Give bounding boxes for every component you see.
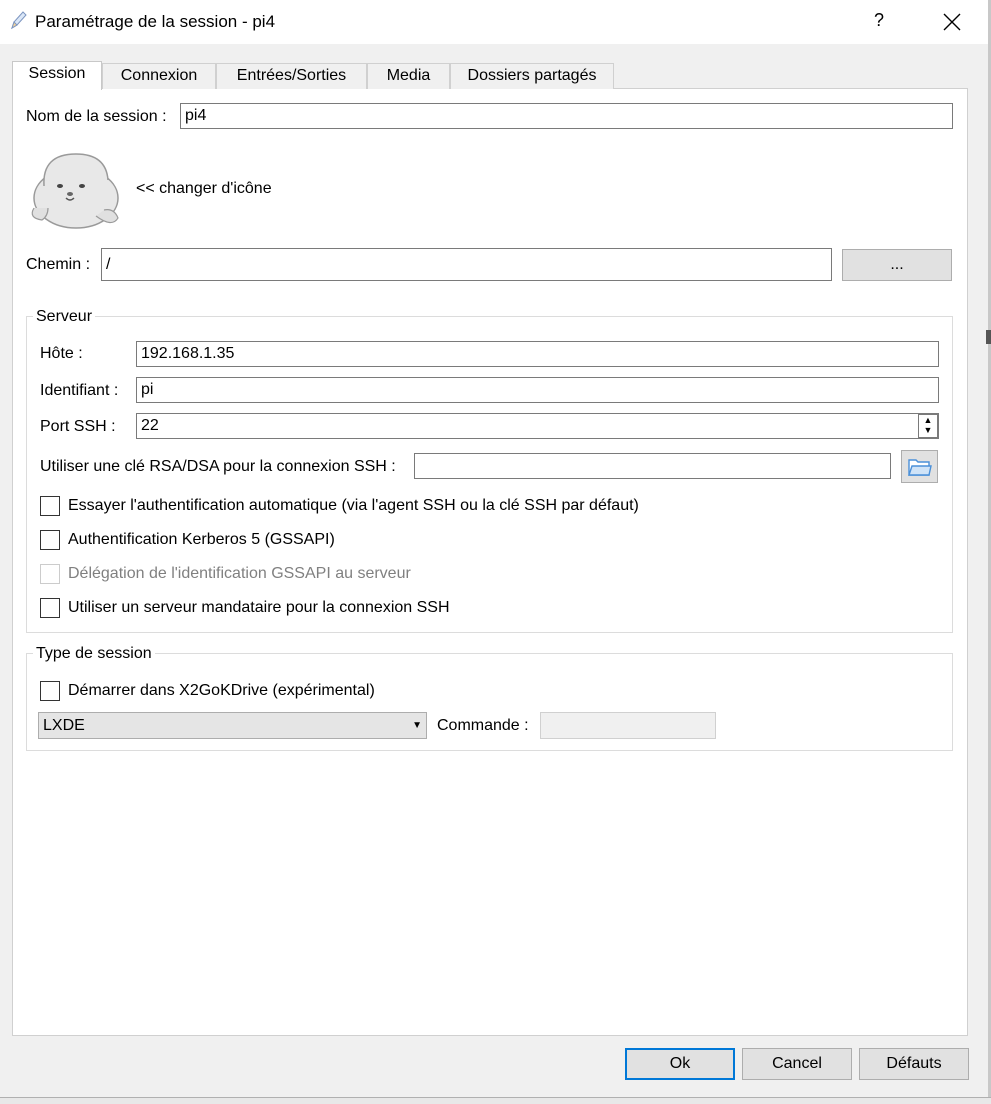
port-stepper[interactable]: ▲ ▼ — [918, 414, 938, 438]
server-group-title: Serveur — [33, 308, 96, 326]
close-icon — [943, 13, 961, 31]
auto-auth-label: Essayer l'authentification automatique (… — [68, 497, 639, 514]
command-input — [540, 712, 716, 739]
session-type-select[interactable]: LXDE ▼ — [38, 712, 427, 739]
spin-up-icon[interactable]: ▲ — [919, 415, 937, 425]
window-title: Paramétrage de la session - pi4 — [35, 12, 276, 31]
tab-media[interactable]: Media — [367, 63, 450, 89]
session-name-label: Nom de la session : — [26, 108, 167, 125]
path-input[interactable]: / — [101, 248, 832, 281]
auto-auth-checkbox[interactable] — [40, 496, 60, 516]
folder-open-icon — [907, 459, 932, 476]
cancel-button[interactable]: Cancel — [742, 1048, 852, 1080]
spin-down-icon[interactable]: ▼ — [919, 425, 937, 435]
proxy-checkbox[interactable] — [40, 598, 60, 618]
kerberos-label: Authentification Kerberos 5 (GSSAPI) — [68, 531, 335, 548]
browse-key-button[interactable] — [901, 450, 938, 483]
host-label: Hôte : — [40, 345, 83, 362]
close-button[interactable] — [940, 6, 964, 36]
x2godrive-label: Démarrer dans X2GoKDrive (expérimental) — [68, 682, 375, 699]
chevron-down-icon: ▼ — [412, 720, 422, 731]
window-bottom-edge — [0, 1097, 991, 1104]
defaults-button[interactable]: Défauts — [859, 1048, 969, 1080]
window-edge-marker — [986, 330, 991, 344]
x2godrive-checkbox[interactable] — [40, 681, 60, 701]
gssapi-delegation-checkbox — [40, 564, 60, 584]
pencil-icon — [11, 11, 27, 30]
session-type-value: LXDE — [43, 717, 85, 734]
session-type-title: Type de session — [33, 645, 155, 663]
session-seal-icon[interactable] — [26, 148, 122, 232]
login-label: Identifiant : — [40, 382, 119, 399]
tab-session[interactable]: Session — [12, 61, 102, 90]
port-label: Port SSH : — [40, 418, 116, 435]
gssapi-delegation-label: Délégation de l'identification GSSAPI au… — [68, 565, 411, 582]
browse-path-button[interactable]: ... — [842, 249, 952, 281]
command-label: Commande : — [437, 717, 529, 734]
port-input[interactable]: 22 — [136, 413, 939, 439]
change-icon-link[interactable]: << changer d'icône — [136, 180, 272, 198]
host-input[interactable]: 192.168.1.35 — [136, 341, 939, 367]
session-name-input[interactable]: pi4 — [180, 103, 953, 129]
key-label: Utiliser une clé RSA/DSA pour la connexi… — [40, 458, 396, 475]
ok-button[interactable]: Ok — [625, 1048, 735, 1080]
help-button[interactable]: ? — [874, 10, 884, 31]
path-label: Chemin : — [26, 256, 91, 273]
proxy-label: Utiliser un serveur mandataire pour la c… — [68, 599, 450, 616]
kerberos-checkbox[interactable] — [40, 530, 60, 550]
login-input[interactable]: pi — [136, 377, 939, 403]
tab-entrees-sorties[interactable]: Entrées/Sorties — [216, 63, 367, 89]
tab-connexion[interactable]: Connexion — [102, 63, 216, 89]
key-input[interactable] — [414, 453, 891, 479]
tab-dossiers-partages[interactable]: Dossiers partagés — [450, 63, 614, 89]
